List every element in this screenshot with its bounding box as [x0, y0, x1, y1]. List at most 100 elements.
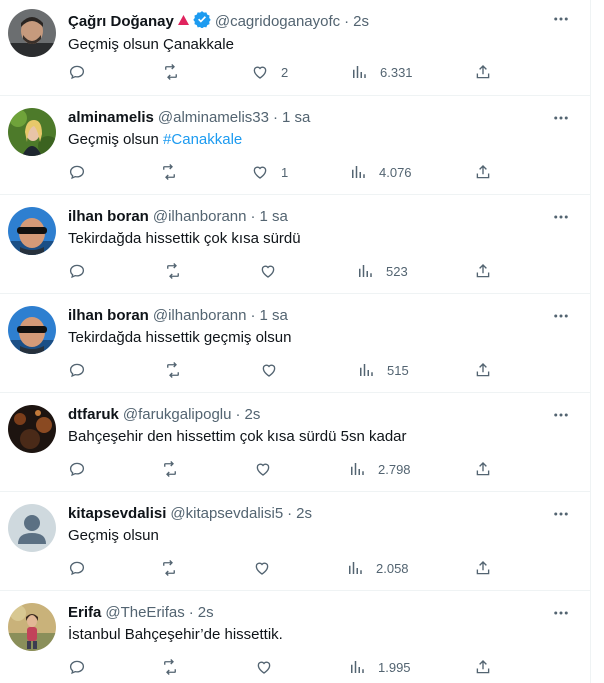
- views-icon: [349, 562, 362, 574]
- reply-icon: [69, 660, 85, 675]
- display-name[interactable]: Çağrı Doğanay: [68, 13, 174, 31]
- views-button[interactable]: 4.076: [349, 162, 412, 182]
- separator-dot: ·: [250, 208, 256, 225]
- handle[interactable]: @cagridoganayofc: [215, 13, 340, 31]
- more-icon[interactable]: [552, 604, 570, 622]
- handle[interactable]: @kitapsevdalisi5: [170, 505, 283, 523]
- reply-button[interactable]: [68, 558, 86, 578]
- retweet-button[interactable]: [160, 558, 178, 578]
- tweet-header: ilhan boran @ilhanborann · 1 sa: [68, 208, 288, 226]
- tweet[interactable]: dtfaruk @farukgalipoglu · 2s Bahçeşehir …: [0, 393, 590, 492]
- timestamp[interactable]: 1 sa: [282, 109, 310, 127]
- share-button[interactable]: [474, 459, 492, 479]
- retweet-button[interactable]: [161, 657, 179, 677]
- retweet-button[interactable]: [162, 62, 180, 82]
- display-name[interactable]: ilhan boran: [68, 208, 149, 226]
- views-button[interactable]: 6.331: [350, 62, 413, 82]
- share-button[interactable]: [474, 657, 492, 677]
- tweet-text: Tekirdağda hissettik çok kısa sürdü: [68, 230, 301, 247]
- handle[interactable]: @alminamelis33: [158, 109, 269, 127]
- timestamp[interactable]: 2s: [296, 505, 312, 523]
- avatar[interactable]: [8, 603, 56, 651]
- reply-icon: [69, 65, 85, 80]
- reply-button[interactable]: [68, 657, 86, 677]
- handle[interactable]: @TheErifas: [105, 604, 184, 622]
- timestamp[interactable]: 2s: [244, 406, 260, 424]
- tweet-text: Bahçeşehir den hissettim çok kısa sürdü …: [68, 428, 407, 445]
- timestamp[interactable]: 1 sa: [259, 307, 287, 325]
- heart-icon: [255, 562, 269, 575]
- avatar[interactable]: [8, 207, 56, 255]
- display-name[interactable]: dtfaruk: [68, 406, 119, 424]
- avatar[interactable]: [8, 504, 56, 552]
- hashtag-link[interactable]: #Canakkale: [163, 131, 242, 148]
- reply-button[interactable]: [68, 261, 86, 281]
- more-icon[interactable]: [552, 505, 570, 523]
- like-button[interactable]: [253, 558, 271, 578]
- like-button[interactable]: [260, 360, 278, 380]
- views-button[interactable]: 1.995: [348, 657, 411, 677]
- share-button[interactable]: [474, 62, 492, 82]
- tweet[interactable]: ilhan boran @ilhanborann · 1 sa Tekirdağ…: [0, 294, 590, 393]
- action-bar: 2.058: [0, 558, 590, 578]
- views-button[interactable]: 515: [357, 360, 409, 380]
- share-icon: [476, 363, 490, 377]
- share-button[interactable]: [474, 558, 492, 578]
- view-count: 1.995: [378, 659, 411, 675]
- avatar[interactable]: [8, 108, 56, 156]
- tweet-header: alminamelis @alminamelis33 · 1 sa: [68, 109, 310, 127]
- reply-button[interactable]: [68, 459, 86, 479]
- views-button[interactable]: 523: [356, 261, 408, 281]
- share-button[interactable]: [474, 162, 492, 182]
- separator-dot: ·: [287, 505, 293, 522]
- retweet-button[interactable]: [160, 162, 178, 182]
- tweet[interactable]: kitapsevdalisi @kitapsevdalisi5 · 2s Geç…: [0, 492, 590, 591]
- share-button[interactable]: [474, 261, 492, 281]
- share-button[interactable]: [474, 360, 492, 380]
- like-button[interactable]: [259, 261, 277, 281]
- avatar[interactable]: [8, 9, 56, 57]
- tweet[interactable]: ilhan boran @ilhanborann · 1 sa Tekirdağ…: [0, 195, 590, 294]
- tweet[interactable]: Çağrı Doğanay @cagridoganayofc · 2s Geçm…: [0, 0, 590, 96]
- views-button[interactable]: 2.058: [346, 558, 409, 578]
- red-triangle-icon: [177, 13, 190, 31]
- action-bar: 2.798: [0, 459, 590, 479]
- handle[interactable]: @ilhanborann: [153, 208, 247, 226]
- tweet-text: Tekirdağda hissettik geçmiş olsun: [68, 329, 292, 346]
- more-icon[interactable]: [552, 208, 570, 226]
- like-button[interactable]: 1: [251, 162, 288, 182]
- more-icon[interactable]: [552, 109, 570, 127]
- handle[interactable]: @ilhanborann: [153, 307, 247, 325]
- display-name[interactable]: Erifa: [68, 604, 101, 622]
- reply-button[interactable]: [68, 62, 86, 82]
- reply-button[interactable]: [68, 360, 86, 380]
- avatar[interactable]: [8, 306, 56, 354]
- more-icon[interactable]: [552, 406, 570, 424]
- tweet-text: İstanbul Bahçeşehir’de hissettik.: [68, 626, 283, 643]
- timestamp[interactable]: 2s: [353, 13, 369, 31]
- share-icon: [476, 462, 490, 476]
- reply-button[interactable]: [68, 162, 86, 182]
- avatar[interactable]: [8, 405, 56, 453]
- views-button[interactable]: 2.798: [348, 459, 411, 479]
- handle[interactable]: @farukgalipoglu: [123, 406, 232, 424]
- retweet-icon: [165, 64, 177, 80]
- verified-icon[interactable]: [193, 10, 211, 33]
- like-button[interactable]: [255, 657, 273, 677]
- like-button[interactable]: [254, 459, 272, 479]
- tweet[interactable]: alminamelis @alminamelis33 · 1 sa Geçmiş…: [0, 96, 590, 195]
- retweet-button[interactable]: [164, 261, 182, 281]
- timestamp[interactable]: 2s: [198, 604, 214, 622]
- display-name[interactable]: kitapsevdalisi: [68, 505, 166, 523]
- more-icon[interactable]: [552, 307, 570, 325]
- heart-icon: [261, 265, 275, 278]
- display-name[interactable]: alminamelis: [68, 109, 154, 127]
- reply-icon: [69, 363, 85, 378]
- more-icon[interactable]: [552, 10, 570, 28]
- like-button[interactable]: 2: [251, 62, 288, 82]
- retweet-button[interactable]: [164, 360, 182, 380]
- timestamp[interactable]: 1 sa: [259, 208, 287, 226]
- tweet[interactable]: Erifa @TheErifas · 2s İstanbul Bahçeşehi…: [0, 591, 590, 683]
- retweet-button[interactable]: [161, 459, 179, 479]
- display-name[interactable]: ilhan boran: [68, 307, 149, 325]
